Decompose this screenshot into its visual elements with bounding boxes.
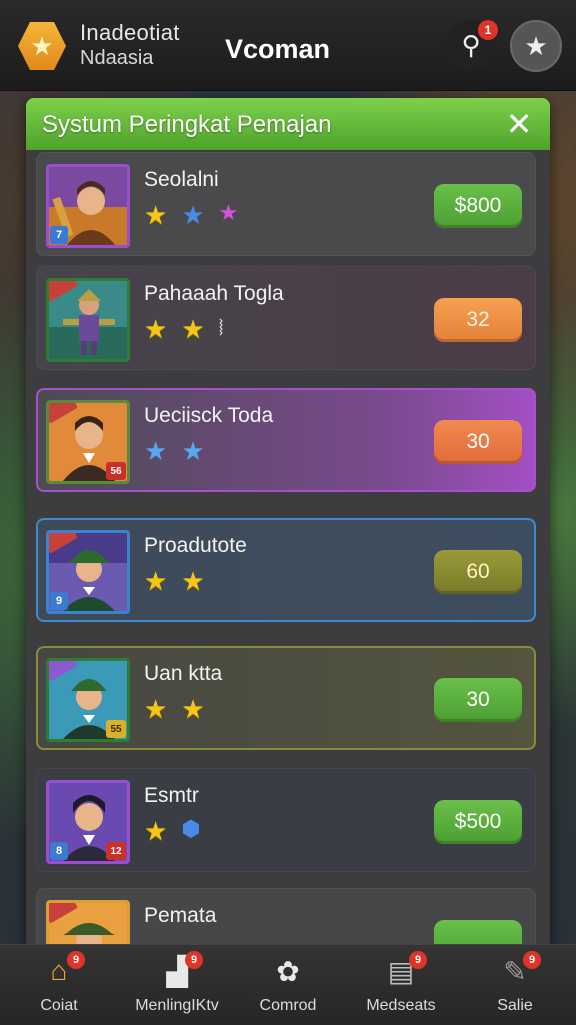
app-title: Vcoman	[225, 34, 331, 64]
link-button[interactable]: ⚲ 1	[446, 20, 498, 70]
notification-badge: 9	[409, 951, 427, 969]
score-badge[interactable]: 30	[434, 420, 522, 464]
player-name: Uan ktta	[144, 662, 223, 685]
chart-icon: ▟ 9	[157, 951, 203, 989]
rank-badge: 55	[106, 720, 126, 738]
shield-icon: ⬢	[181, 816, 201, 841]
player-name: Ueciisck Toda	[144, 404, 274, 427]
player-avatar: 7	[46, 164, 130, 248]
gold-star-icon: ★	[144, 200, 168, 230]
top-bar: ★ Inadeotiat Ndaasia Vcoman ⚲ 1 ★	[0, 0, 576, 91]
player-name: Seolalni	[144, 168, 219, 191]
favorites-button[interactable]: ★	[510, 20, 562, 72]
nav-label: Coiat	[40, 997, 78, 1014]
player-avatar: 8 12	[46, 780, 130, 864]
player-row[interactable]: 55 Uan ktta ★ ★ 30	[36, 646, 536, 750]
brand-name: Inadeotiat	[80, 20, 180, 45]
nav-item-sale[interactable]: ✎ 9 Salie	[460, 951, 570, 1021]
brand-subtitle: Ndaasia	[80, 47, 154, 69]
nav-label: Salie	[497, 997, 533, 1014]
gold-star-icon: ★	[144, 694, 168, 724]
star-rating: ★ ★	[144, 438, 205, 464]
notification-badge: 9	[185, 951, 203, 969]
nav-label: MenlingIKtv	[135, 997, 219, 1014]
player-name: Pemata	[144, 904, 217, 927]
player-avatar: 55	[46, 658, 130, 742]
player-name: Proadutote	[144, 534, 247, 557]
score-badge[interactable]: $500	[434, 800, 522, 844]
blue-star-icon: ★	[181, 200, 205, 230]
score-badge[interactable]: 30	[434, 678, 522, 722]
notification-badge: 9	[523, 951, 541, 969]
star-rating: ★ ★	[144, 696, 205, 722]
player-avatar	[46, 278, 130, 362]
player-avatar	[46, 900, 130, 948]
panel-header: Systum Peringkat Pemajan ✕	[26, 98, 550, 150]
close-button[interactable]: ✕	[502, 107, 536, 141]
gold-star-icon: ★	[181, 566, 205, 596]
score-badge[interactable]: $800	[434, 184, 522, 228]
nav-label: Medseats	[366, 997, 436, 1014]
blue-star-icon: ★	[181, 436, 205, 466]
player-name: Pahaaah Togla	[144, 282, 284, 305]
blue-star-icon: ★	[144, 436, 168, 466]
rank-badge: 12	[106, 842, 126, 860]
paperclip-icon: ⧘	[218, 314, 224, 341]
panel-title: Systum Peringkat Pemajan	[42, 111, 332, 138]
star-hexagon-icon[interactable]: ★	[18, 22, 66, 70]
player-row[interactable]: Pemata	[36, 888, 536, 948]
bottom-navigation: ⌂ 9 Coiat ▟ 9 MenlingIKtv ✿ Comrod ▤ 9 M…	[0, 944, 576, 1025]
star-rating: ★ ★ ★	[144, 200, 239, 230]
level-badge: 9	[50, 592, 68, 610]
level-badge: 8	[50, 842, 68, 860]
player-row[interactable]: 8 12 Esmtr ★ ⬢ $500	[36, 768, 536, 872]
paw-icon: ✿	[276, 955, 300, 987]
gold-star-icon: ★	[181, 694, 205, 724]
link-icon: ⚲	[461, 29, 481, 60]
level-badge: 7	[50, 226, 68, 244]
ranking-panel: Systum Peringkat Pemajan ✕ 7 Seolalni ★ …	[26, 98, 550, 948]
star-rating: ★ ⬢	[144, 816, 201, 846]
cards-icon: ▤ 9	[381, 951, 427, 989]
player-row[interactable]: 9 Proadutote ★ ★ 60	[36, 518, 536, 622]
nav-label: Comrod	[259, 997, 317, 1014]
rank-badge: 56	[106, 462, 126, 480]
player-row[interactable]: 7 Seolalni ★ ★ ★ $800	[36, 152, 536, 256]
nav-item-community[interactable]: ✿ Comrod	[233, 953, 343, 1021]
star-rating: ★ ★ ⧘	[144, 314, 224, 344]
player-avatar: 9	[46, 530, 130, 614]
notification-badge: 1	[478, 20, 498, 40]
player-row[interactable]: 56 Ueciisck Toda ★ ★ 30	[36, 388, 536, 492]
nav-item-ranking[interactable]: ▟ 9 MenlingIKtv	[122, 951, 232, 1021]
gold-star-icon: ★	[144, 566, 168, 596]
player-avatar: 56	[46, 400, 130, 484]
gold-star-icon: ★	[144, 816, 168, 846]
star-icon: ★	[524, 30, 548, 61]
notification-badge: 9	[67, 951, 85, 969]
gold-star-icon: ★	[144, 314, 168, 344]
player-row[interactable]: Pahaaah Togla ★ ★ ⧘ 32	[36, 266, 536, 370]
star-rating: ★ ★	[144, 568, 205, 594]
nav-item-home[interactable]: ⌂ 9 Coiat	[4, 951, 114, 1021]
gold-star-icon: ★	[181, 314, 205, 344]
score-badge[interactable]: 32	[434, 298, 522, 342]
nav-item-messages[interactable]: ▤ 9 Medseats	[346, 951, 456, 1021]
player-name: Esmtr	[144, 784, 199, 807]
pink-gem-icon: ★	[218, 200, 239, 225]
sale-icon: ✎ 9	[495, 951, 541, 989]
score-badge[interactable]: 60	[434, 550, 522, 594]
home-icon: ⌂ 9	[39, 951, 85, 989]
